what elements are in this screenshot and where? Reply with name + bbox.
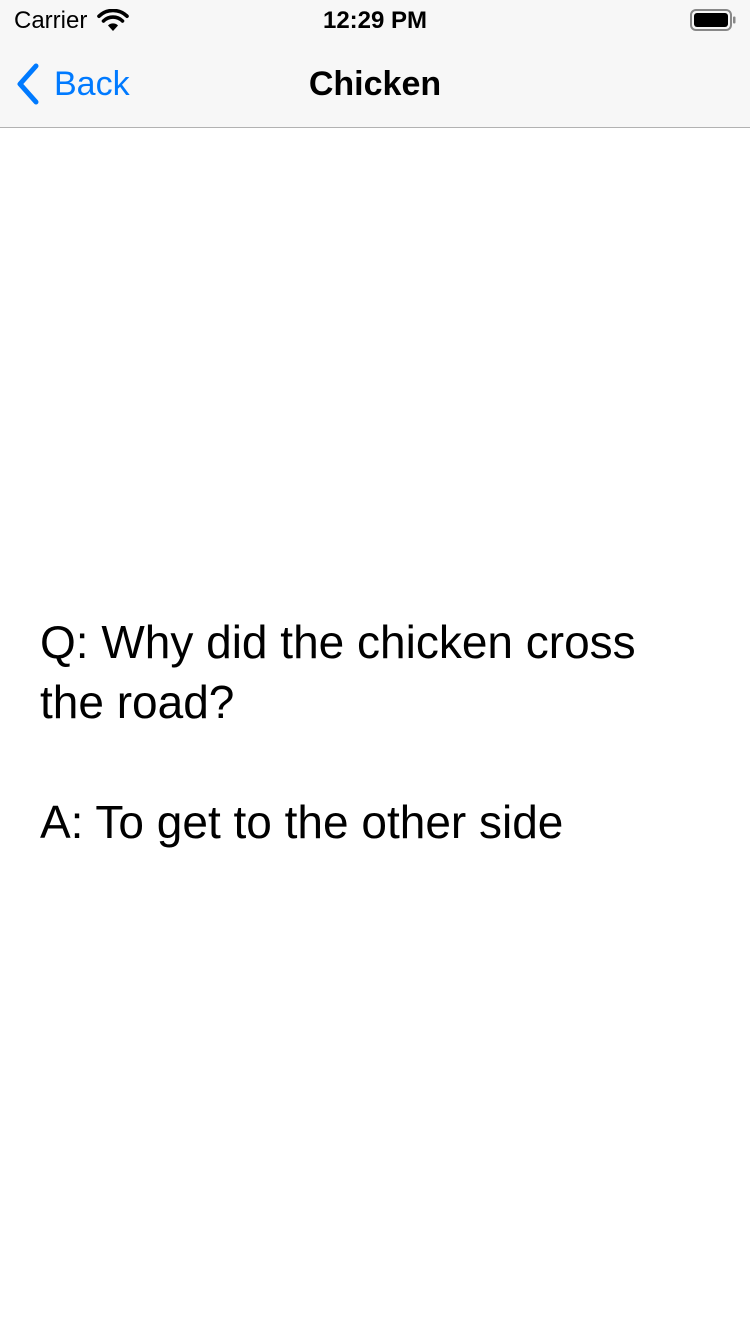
page-title: Chicken	[308, 65, 442, 103]
joke-answer: A: To get to the other side	[40, 796, 564, 848]
status-bar: Carrier 12:29 PM	[0, 0, 750, 40]
status-time: 12:29 PM	[322, 7, 428, 34]
battery-icon	[690, 9, 736, 31]
navigation-bar: Back Chicken	[0, 40, 750, 128]
screen: Carrier 12:29 PM Back Chicken Q: Why did…	[0, 0, 750, 1334]
joke-content: Q: Why did the chicken cross the road? A…	[40, 612, 710, 852]
joke-question: Q: Why did the chicken cross the road?	[40, 616, 636, 728]
top-bar: Carrier 12:29 PM Back Chicken	[0, 0, 750, 128]
